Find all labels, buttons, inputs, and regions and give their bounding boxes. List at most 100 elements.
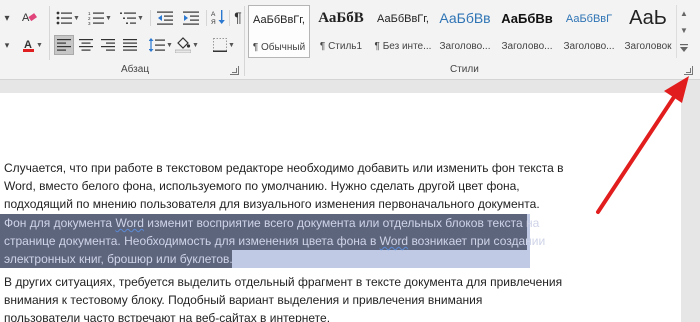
dropdown-arrow-icon: ▼ [137,14,144,22]
svg-text:A: A [211,11,216,18]
font-color-icon: A [23,39,35,52]
style-name: ¶ Без инте... [374,41,432,52]
paragraph-3-line-3: пользователи часто встречают на веб-сайт… [4,311,331,322]
svg-text:A: A [22,12,30,24]
dropdown-arrow-icon: ▾ [4,39,10,50]
paragraph-1-line-3: подходящий по мнению пользователя для ви… [4,197,540,211]
paragraph-2-line-2: странице документа. Необходимость для из… [4,232,545,250]
paragraph-3-line-1: В других ситуациях, требуется выделить о… [4,275,563,289]
sort-button[interactable]: A Я [209,6,227,28]
text-run: странице документа. Необходимость для из… [4,234,380,248]
button-separator [206,10,207,26]
document-page[interactable]: Случается, что при работе в текстовом ре… [0,93,681,322]
justify-button[interactable] [120,35,140,55]
align-left-icon [57,39,71,51]
style-normal[interactable]: АаБбВвГг, ¶ Обычный [248,5,310,58]
text-run: Фон для документа [4,216,116,230]
spellcheck-word: Word [379,234,409,248]
decrease-indent-icon [157,11,173,25]
styles-group-label: Стили [450,64,479,75]
style-sample: АаБбВв [501,11,553,26]
paragraph-group-label: Абзац [121,64,150,75]
style-heading-3[interactable]: АаБбВвГ Заголово... [558,5,620,58]
font-size-dropdown[interactable]: ▾ [0,35,14,55]
style-name: Заголово... [501,41,553,52]
chevron-up-icon: ▲ [680,9,688,18]
text-run: изменит восприятие всего документа или о… [143,216,540,230]
align-right-icon [101,39,115,51]
svg-text:3: 3 [88,21,91,25]
group-separator [244,6,245,76]
style-sample: АаБбВ [318,10,364,26]
paragraph-3-line-2: внимания к тестовому блоку. Подобный вар… [4,293,483,307]
style-heading-1[interactable]: АаБбВв Заголово... [434,5,496,58]
style-name: Заголовок [624,41,672,52]
sort-icon: A Я [211,10,225,25]
gallery-more-button[interactable] [677,39,691,56]
styles-dialog-launcher[interactable] [684,66,693,75]
paragraph-2-line-3: электронных книг, брошюр или буклетов. [4,252,233,266]
chevron-down-icon: ▼ [680,26,688,35]
decrease-indent-button[interactable] [154,8,176,28]
paragraph-dialog-launcher[interactable] [230,66,239,75]
style-title[interactable]: АаЬ Заголовок [620,5,676,58]
style-stil1[interactable]: АаБбВ ¶ Стиль1 [310,5,372,58]
button-separator [229,10,230,26]
style-sample: АаБбВвГг, [253,14,305,26]
style-sample: АаЬ [629,7,667,29]
paragraph-2-line-1: Фон для документа Word изменит восприяти… [4,214,539,232]
borders-button[interactable]: ▼ [208,35,240,55]
justify-icon [123,39,137,51]
align-left-button[interactable] [54,35,74,55]
change-case-button[interactable]: ▾ [0,8,14,28]
style-heading-2[interactable]: АаБбВв Заголово... [496,5,558,58]
multilevel-list-icon [120,12,137,24]
more-styles-icon [680,43,688,52]
increase-indent-icon [183,11,199,25]
text-run: возникает при создании [408,234,546,248]
style-sample: АаБбВвГ [565,13,613,25]
gallery-scroll-up-button[interactable]: ▲ [677,5,691,22]
dropdown-arrow-icon: ▼ [105,14,112,22]
borders-icon [213,38,228,52]
paint-bucket-icon [175,37,192,53]
style-sample: АаБбВвГг, [377,13,429,25]
svg-text:Я: Я [211,19,216,25]
spellcheck-word: Word [115,216,144,230]
font-color-button[interactable]: A ▼ [20,35,46,55]
bullets-icon [56,11,73,25]
align-center-button[interactable] [76,35,96,55]
align-center-icon [79,39,93,51]
increase-indent-button[interactable] [180,8,202,28]
eraser-icon: A [22,12,37,24]
numbering-icon: 1 2 3 [88,11,105,25]
show-formatting-marks-button[interactable]: ¶ [231,6,245,28]
clear-formatting-button[interactable]: A [18,6,40,28]
ribbon: ▾ A ▾ A ▼ ▼ 1 2 3 ▼ ▼ A Я ¶ ▼ ▼ ▼ Абзац … [0,0,700,80]
align-right-button[interactable] [98,35,118,55]
dropdown-arrow-icon: ▼ [73,14,80,22]
dropdown-arrow-icon: ▼ [192,41,199,49]
numbering-button[interactable]: 1 2 3 ▼ [86,8,114,28]
style-name: ¶ Стиль1 [319,41,363,52]
paragraph-1-line-1: Случается, что при работе в текстовом ре… [4,161,564,175]
style-sample: АаБбВв [439,10,491,26]
style-name: ¶ Обычный [252,42,306,53]
multilevel-list-button[interactable]: ▼ [118,8,146,28]
styles-gallery: АаБбВвГг, ¶ Обычный АаБбВ ¶ Стиль1 АаБбВ… [248,5,676,58]
change-case-icon: ▾ [4,12,10,24]
style-name: Заголово... [563,41,615,52]
styles-gallery-scroller: ▲ ▼ [676,5,690,58]
style-name: Заголово... [439,41,491,52]
style-no-spacing[interactable]: АаБбВвГг, ¶ Без инте... [372,5,434,58]
group-separator [49,6,50,60]
gallery-scroll-down-button[interactable]: ▼ [677,22,691,39]
line-spacing-icon [149,38,166,52]
dropdown-arrow-icon: ▼ [228,41,235,49]
button-separator [150,10,151,26]
dropdown-arrow-icon: ▼ [36,41,43,49]
paragraph-1-line-2: Word, вместо белого фона, используемого … [4,179,520,193]
pilcrow-icon: ¶ [234,9,242,25]
shading-button[interactable]: ▼ [172,35,202,55]
bullets-button[interactable]: ▼ [54,8,82,28]
